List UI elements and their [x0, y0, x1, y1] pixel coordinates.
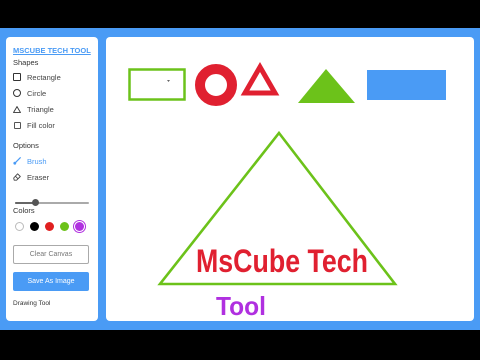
fill-color-option[interactable]: Fill color — [13, 120, 55, 130]
drawn-text-line1: MsCube Tech — [196, 243, 368, 279]
color-swatch-red[interactable] — [45, 222, 54, 231]
drawn-rectangle — [128, 68, 186, 101]
drawn-text-line2: Tool — [216, 291, 266, 321]
footer-text: Drawing Tool — [13, 300, 51, 307]
options-heading: Options — [13, 141, 39, 150]
tool-label-eraser: Eraser — [27, 172, 50, 182]
tools-sidebar: MSCUBE TECH TOOL Shapes Rectangle Circle… — [6, 37, 98, 321]
brush-size-slider[interactable] — [15, 199, 89, 206]
shape-option-rectangle[interactable]: Rectangle — [13, 72, 61, 82]
brush-size-thumb[interactable] — [31, 199, 39, 206]
brush-icon — [13, 156, 21, 166]
fill-color-checkbox[interactable] — [13, 120, 21, 130]
tool-option-brush[interactable]: Brush — [13, 156, 47, 166]
drawing-canvas[interactable]: MsCube Tech Tool — [106, 37, 474, 321]
square-icon — [13, 72, 21, 82]
color-palette — [15, 222, 84, 231]
color-swatch-white[interactable] — [15, 222, 24, 231]
color-swatch-black[interactable] — [30, 222, 39, 231]
text-cursor-mark — [167, 80, 170, 82]
tool-option-eraser[interactable]: Eraser — [13, 172, 49, 182]
shape-option-circle[interactable]: Circle — [13, 88, 46, 98]
clear-canvas-button[interactable]: Clear Canvas — [13, 245, 89, 264]
shapes-heading: Shapes — [13, 58, 39, 67]
app-window: MSCUBE TECH TOOL Shapes Rectangle Circle… — [0, 28, 480, 330]
drawn-outline-triangle — [240, 61, 280, 96]
shape-label-circle: Circle — [27, 88, 47, 98]
triangle-icon — [13, 104, 21, 114]
drawn-filled-rectangle — [367, 70, 446, 100]
fill-color-label: Fill color — [27, 120, 55, 130]
eraser-icon — [13, 172, 21, 182]
save-image-button[interactable]: Save As Image — [13, 272, 89, 291]
color-swatch-purple[interactable] — [75, 222, 84, 231]
shape-label-rectangle: Rectangle — [27, 72, 61, 82]
shape-option-triangle[interactable]: Triangle — [13, 104, 54, 114]
drawn-filled-triangle — [298, 69, 355, 103]
shape-label-triangle: Triangle — [27, 104, 54, 114]
tool-label-brush: Brush — [27, 156, 47, 166]
drawn-circle — [195, 64, 237, 106]
color-swatch-green[interactable] — [60, 222, 69, 231]
circle-icon — [13, 88, 21, 98]
canvas-drawing: MsCube Tech Tool — [128, 61, 446, 321]
colors-heading: Colors — [13, 206, 35, 215]
app-title: MSCUBE TECH TOOL — [13, 46, 91, 55]
